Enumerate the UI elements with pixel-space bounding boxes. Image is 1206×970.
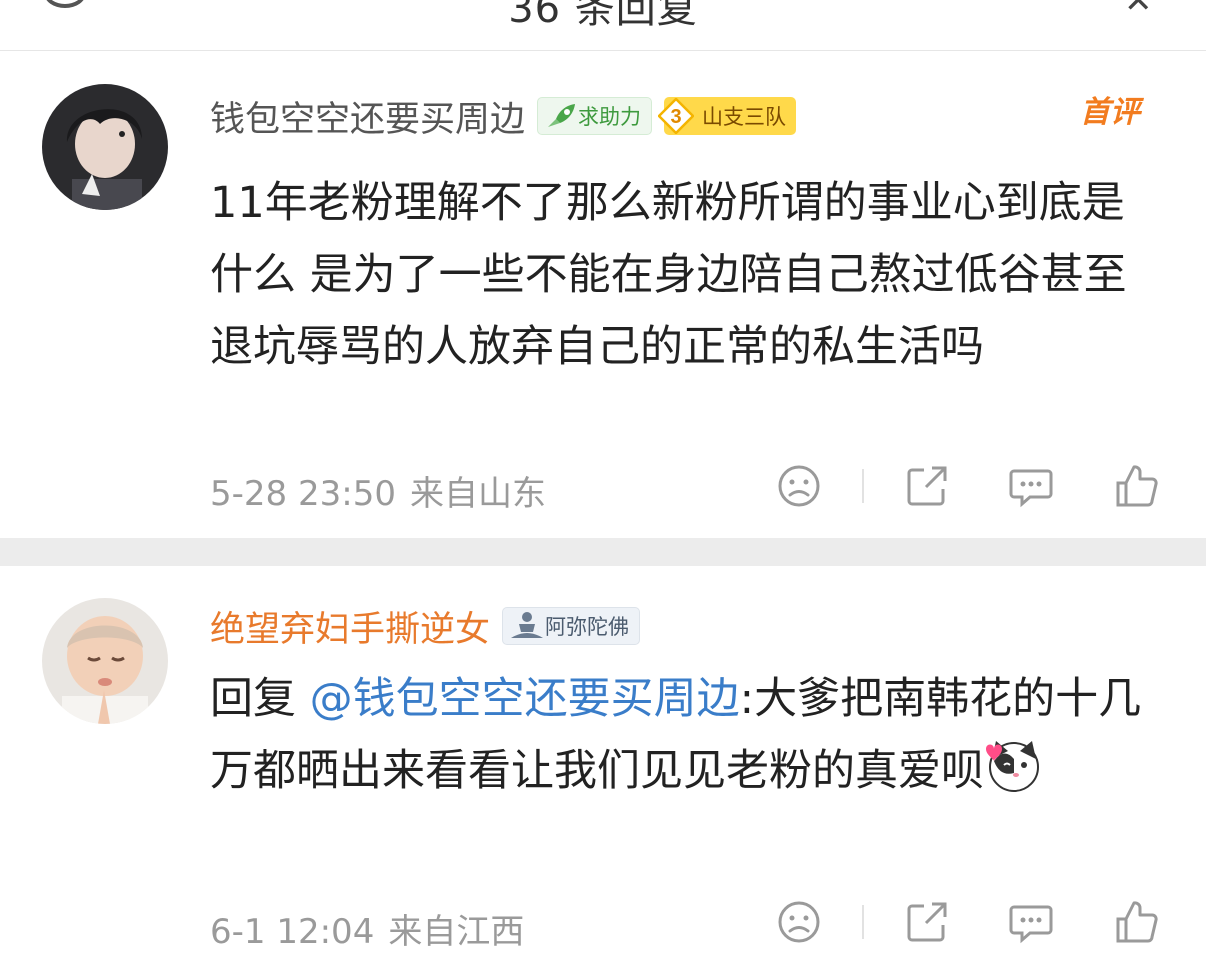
comment-text: 11年老粉理解不了那么新粉所谓的事业心到底是什么 是为了一些不能在身边陪自己熬过…	[210, 178, 1127, 372]
first-comment-tag: 首评	[1080, 95, 1140, 130]
user-info-row: 绝望弃妇手撕逆女 阿弥陀佛	[210, 601, 641, 652]
close-icon[interactable]: ✕	[1124, 0, 1164, 18]
level-diamond-icon: 3	[658, 98, 695, 134]
comment-location: 来自江西	[388, 912, 525, 952]
share-icon[interactable]	[904, 463, 950, 509]
action-divider	[862, 469, 864, 503]
username[interactable]: 钱包空空还要买周边	[210, 91, 525, 142]
comment-date: 6-1 12:04	[210, 912, 375, 952]
cat-emoji	[986, 741, 1039, 792]
help-badge-label: 求助力	[578, 105, 642, 129]
team-badge-label: 山支三队	[702, 105, 787, 129]
action-bar	[776, 899, 1176, 949]
share-icon[interactable]	[904, 899, 950, 945]
user-info-row: 钱包空空还要买周边 求助力 3 山支三队	[210, 91, 797, 142]
reply-prefix: 回复	[210, 674, 296, 724]
comment-icon[interactable]	[1008, 463, 1054, 509]
avatar[interactable]	[42, 598, 168, 724]
username[interactable]: 绝望弃妇手撕逆女	[210, 601, 490, 652]
help-badge[interactable]: 求助力	[537, 97, 653, 135]
comment-item: 钱包空空还要买周边 求助力 3 山支三队 首评 11年老粉理解不了那么新粉所谓的…	[0, 51, 1206, 538]
like-icon[interactable]	[1114, 463, 1160, 509]
comment-date: 5-28 23:50	[210, 474, 396, 514]
team-level: 3	[670, 106, 681, 128]
amitabha-badge-label: 阿弥陀佛	[545, 615, 630, 639]
rocket-icon	[548, 104, 576, 127]
comment-separator	[0, 538, 1206, 566]
team-badge[interactable]: 3 山支三队	[658, 97, 797, 135]
comment-meta: 6-1 12:04 来自江西	[210, 904, 524, 953]
page-title: 36 条回复	[508, 0, 698, 32]
comment-item: 绝望弃妇手撕逆女 阿弥陀佛 回复 @钱包空空还要买周边:大爹把南韩花的十几万都晒…	[0, 566, 1206, 970]
frown-icon[interactable]	[776, 463, 822, 509]
like-icon[interactable]	[1114, 899, 1160, 945]
action-bar	[776, 463, 1176, 513]
top-bar: 36 条回复 ✕	[0, 0, 1206, 51]
avatar[interactable]	[42, 84, 168, 210]
comment-icon[interactable]	[1008, 899, 1054, 945]
comment-meta: 5-28 23:50 来自山东	[210, 466, 546, 515]
action-divider	[862, 905, 864, 939]
frown-icon[interactable]	[776, 899, 822, 945]
comment-text: 回复 @钱包空空还要买周边:大爹把南韩花的十几万都晒出来看看让我们见见老粉的真爱…	[210, 663, 1160, 807]
amitabha-badge[interactable]: 阿弥陀佛	[502, 607, 641, 645]
meditate-icon	[511, 612, 544, 638]
mention-link[interactable]: @钱包空空还要买周边	[310, 674, 740, 724]
comment-location: 来自山东	[409, 474, 546, 514]
